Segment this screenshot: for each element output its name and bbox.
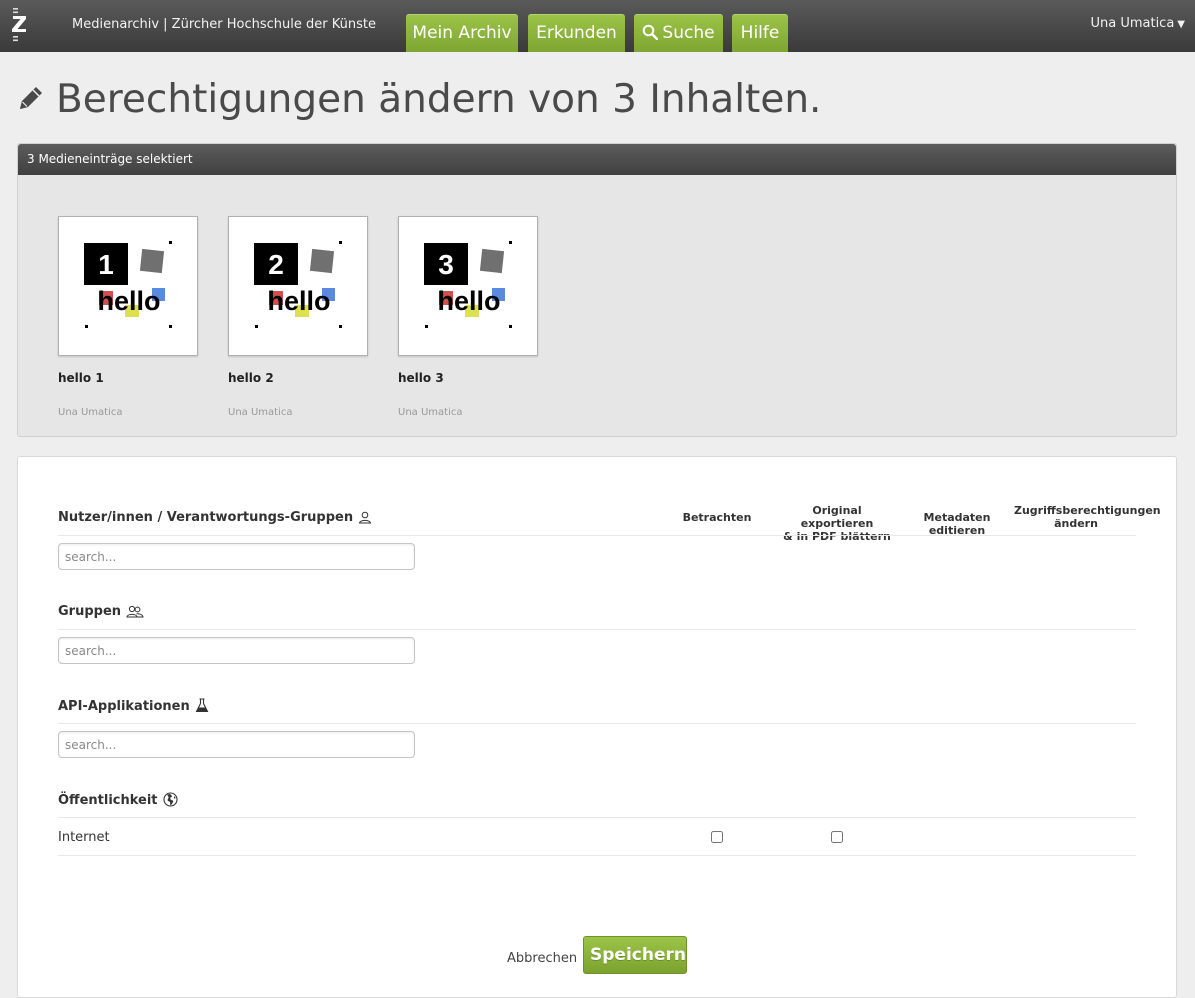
tab-label: Suche (662, 23, 715, 43)
internet-export-checkbox[interactable] (831, 831, 843, 843)
media-entry-owner: Una Umatica (228, 407, 293, 418)
media-entry-owner: Una Umatica (398, 407, 463, 418)
selection-header: 3 Medieneinträge selektiert (18, 144, 1176, 175)
tab-label: Mein Archiv (412, 23, 512, 43)
column-header-line: Zugriffsberechtigungen (1014, 504, 1161, 517)
user-icon (359, 511, 372, 524)
media-entry-title[interactable]: hello 2 (228, 371, 274, 385)
column-header-line: & in PDF blättern (783, 530, 891, 543)
column-header-line: ändern (1054, 517, 1098, 530)
column-header-edit: Metadaten editieren (923, 511, 991, 537)
zhdk-logo-icon[interactable] (10, 8, 28, 44)
tab-suche[interactable]: Suche (634, 14, 723, 52)
media-entry-title[interactable]: hello 1 (58, 371, 104, 385)
group-icon (126, 605, 144, 618)
media-entry-owner: Una Umatica (58, 407, 123, 418)
pencil-icon (20, 87, 42, 109)
api-search-input[interactable] (58, 731, 415, 758)
svg-text:hello: hello (437, 286, 500, 316)
user-name: Una Umatica (1090, 16, 1175, 31)
save-button[interactable]: Speichern (583, 936, 687, 974)
column-header-export: Original exportieren & in PDF blättern (777, 504, 897, 543)
column-header-manage: Zugriffsberechtigungen ändern (1014, 504, 1161, 530)
internet-view-checkbox[interactable] (711, 831, 723, 843)
permissions-panel: Betrachten Original exportieren & in PDF… (17, 456, 1177, 998)
users-search-input[interactable] (58, 543, 415, 570)
hello-image-icon: 2 hello (254, 241, 342, 328)
svg-text:2: 2 (268, 249, 284, 280)
site-brand-link[interactable]: Medienarchiv | Zürcher Hochschule der Kü… (72, 17, 376, 32)
media-entry-card[interactable]: 1 hello hello 1 Una Umatica (58, 216, 208, 418)
media-entry-title[interactable]: hello 3 (398, 371, 444, 385)
section-api-applications: API-Applikationen (58, 698, 209, 714)
media-entry-card[interactable]: 2 hello hello 2 Una Umatica (228, 216, 378, 418)
selection-panel: 3 Medieneinträge selektiert 1 hello hell… (17, 143, 1177, 437)
section-label: Öffentlichkeit (58, 793, 158, 808)
internet-row-label: Internet (58, 830, 110, 845)
tab-label: Hilfe (740, 23, 780, 43)
top-navigation-bar: Medienarchiv | Zürcher Hochschule der Kü… (0, 0, 1195, 52)
media-entry-card[interactable]: 3 hello hello 3 Una Umatica (398, 216, 548, 418)
search-icon (643, 24, 659, 41)
media-thumbnail[interactable]: 3 hello (398, 216, 538, 356)
svg-text:hello: hello (267, 286, 330, 316)
tab-erkunden[interactable]: Erkunden (528, 14, 625, 52)
section-public: Öffentlichkeit (58, 792, 178, 808)
divider (58, 629, 1136, 630)
caret-down-icon: ▼ (1177, 19, 1185, 30)
hello-image-icon: 3 hello (424, 241, 512, 328)
groups-search-input[interactable] (58, 637, 415, 664)
svg-text:1: 1 (98, 249, 114, 280)
section-label: Gruppen (58, 604, 122, 619)
divider (58, 723, 1136, 724)
svg-text:3: 3 (438, 249, 454, 280)
column-header-line: Original exportieren (800, 504, 874, 530)
tab-label: Erkunden (536, 23, 617, 43)
hello-image-icon: 1 hello (84, 241, 172, 328)
section-label: Nutzer/innen / Verantwortungs-Gruppen (58, 510, 354, 525)
divider (58, 535, 1136, 536)
tab-mein-archiv[interactable]: Mein Archiv (406, 14, 518, 52)
cancel-link[interactable]: Abbrechen (507, 951, 577, 966)
tab-hilfe[interactable]: Hilfe (732, 14, 788, 52)
user-menu[interactable]: Una Umatica ▼ (1090, 16, 1185, 31)
column-header-view: Betrachten (682, 511, 752, 524)
section-label: API-Applikationen (58, 699, 190, 714)
section-users: Nutzer/innen / Verantwortungs-Gruppen (58, 510, 372, 525)
media-thumbnail[interactable]: 2 hello (228, 216, 368, 356)
flask-icon (195, 698, 209, 713)
svg-text:hello: hello (97, 286, 160, 316)
section-groups: Gruppen (58, 604, 144, 619)
page-title: Berechtigungen ändern von 3 Inhalten. (56, 77, 822, 122)
divider (58, 817, 1136, 818)
globe-icon (162, 792, 178, 807)
divider (58, 855, 1136, 856)
media-thumbnail[interactable]: 1 hello (58, 216, 198, 356)
